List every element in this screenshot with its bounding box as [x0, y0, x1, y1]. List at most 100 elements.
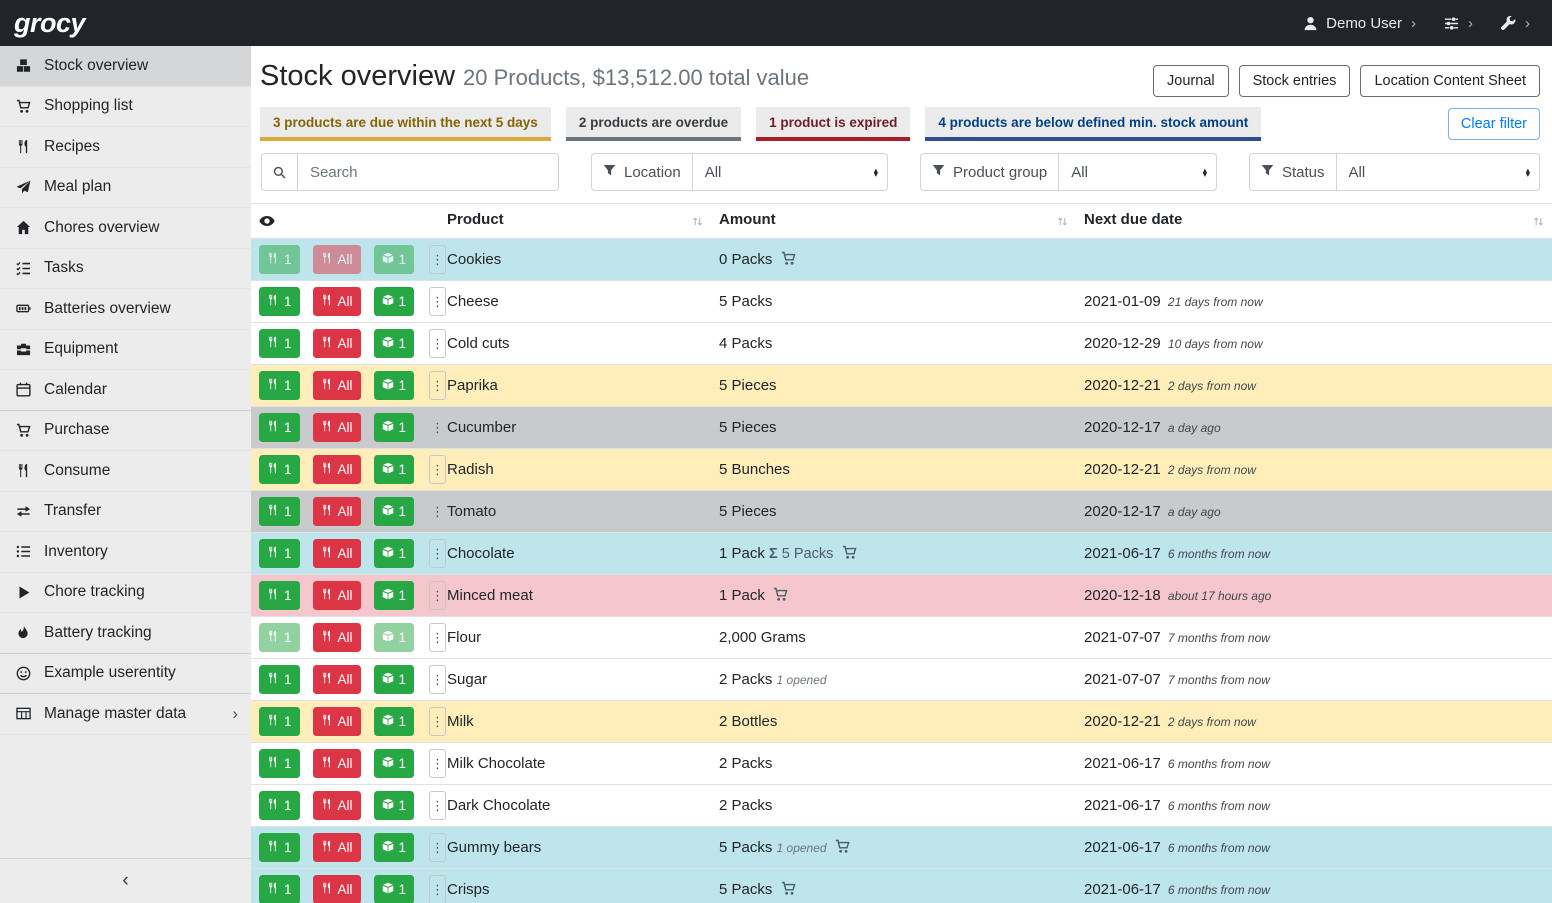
- row-menu-button[interactable]: ⋮: [429, 245, 446, 274]
- consume-one-button[interactable]: 1: [259, 791, 300, 820]
- user-menu[interactable]: Demo User ›: [1303, 15, 1416, 32]
- app-logo[interactable]: grocy: [14, 8, 85, 39]
- product-name[interactable]: Minced meat: [439, 575, 711, 617]
- consume-all-button[interactable]: All: [313, 329, 361, 358]
- column-header-amount[interactable]: Amount: [719, 211, 776, 228]
- sort-icon[interactable]: [1057, 214, 1068, 231]
- status-select[interactable]: All▴▾: [1337, 154, 1539, 190]
- consume-all-button[interactable]: All: [313, 707, 361, 736]
- shopping-cart-icon[interactable]: [838, 545, 857, 562]
- product-name[interactable]: Milk Chocolate: [439, 743, 711, 785]
- admin-tools-menu[interactable]: ›: [1501, 15, 1530, 32]
- row-menu-button[interactable]: ⋮: [429, 371, 446, 400]
- product-name[interactable]: Dark Chocolate: [439, 785, 711, 827]
- eye-icon[interactable]: [259, 213, 275, 230]
- consume-one-button[interactable]: 1: [259, 455, 300, 484]
- open-one-button[interactable]: 1: [374, 329, 415, 358]
- row-menu-button[interactable]: ⋮: [429, 875, 446, 903]
- consume-one-button[interactable]: 1: [259, 581, 300, 610]
- open-one-button[interactable]: 1: [374, 749, 415, 778]
- product-group-select[interactable]: All▴▾: [1059, 154, 1216, 190]
- sidebar-item-example-userentity[interactable]: Example userentity: [0, 654, 251, 695]
- sidebar-item-stock-overview[interactable]: Stock overview: [0, 46, 251, 87]
- consume-one-button[interactable]: 1: [259, 287, 300, 316]
- consume-all-button[interactable]: All: [313, 287, 361, 316]
- consume-one-button[interactable]: 1: [259, 665, 300, 694]
- sidebar-item-recipes[interactable]: Recipes: [0, 127, 251, 168]
- row-menu-button[interactable]: ⋮: [429, 497, 446, 526]
- open-one-button[interactable]: 1: [374, 287, 415, 316]
- consume-one-button[interactable]: 1: [259, 497, 300, 526]
- consume-one-button[interactable]: 1: [259, 371, 300, 400]
- open-one-button[interactable]: 1: [374, 665, 415, 694]
- shopping-cart-icon[interactable]: [777, 251, 796, 268]
- product-name[interactable]: Cucumber: [439, 407, 711, 449]
- sidebar-item-tasks[interactable]: Tasks: [0, 249, 251, 290]
- open-one-button[interactable]: 1: [374, 371, 415, 400]
- row-menu-button[interactable]: ⋮: [429, 581, 446, 610]
- column-header-product[interactable]: Product: [447, 211, 504, 228]
- consume-one-button[interactable]: 1: [259, 413, 300, 442]
- open-one-button[interactable]: 1: [374, 497, 415, 526]
- status-badge-1-product-is-expired[interactable]: 1 product is expired: [756, 107, 910, 141]
- product-name[interactable]: Gummy bears: [439, 827, 711, 869]
- consume-one-button[interactable]: 1: [259, 329, 300, 358]
- product-name[interactable]: Cheese: [439, 281, 711, 323]
- row-menu-button[interactable]: ⋮: [429, 539, 446, 568]
- row-menu-button[interactable]: ⋮: [429, 455, 446, 484]
- row-menu-button[interactable]: ⋮: [429, 791, 446, 820]
- consume-one-button[interactable]: 1: [259, 707, 300, 736]
- product-name[interactable]: Paprika: [439, 365, 711, 407]
- row-menu-button[interactable]: ⋮: [429, 287, 446, 316]
- open-one-button[interactable]: 1: [374, 875, 415, 903]
- product-name[interactable]: Tomato: [439, 491, 711, 533]
- product-name[interactable]: Sugar: [439, 659, 711, 701]
- open-one-button[interactable]: 1: [374, 581, 415, 610]
- sidebar-item-consume[interactable]: Consume: [0, 451, 251, 492]
- product-name[interactable]: Crisps: [439, 869, 711, 903]
- sidebar-item-battery-tracking[interactable]: Battery tracking: [0, 613, 251, 654]
- shopping-cart-icon[interactable]: [831, 839, 850, 856]
- sidebar-collapse-button[interactable]: ‹: [0, 858, 251, 903]
- stock-entries-button[interactable]: Stock entries: [1239, 65, 1351, 97]
- sidebar-item-batteries-overview[interactable]: Batteries overview: [0, 289, 251, 330]
- sidebar-item-purchase[interactable]: Purchase: [0, 411, 251, 452]
- open-one-button[interactable]: 1: [374, 455, 415, 484]
- clear-filter-button[interactable]: Clear filter: [1448, 108, 1540, 140]
- consume-all-button[interactable]: All: [313, 791, 361, 820]
- open-one-button[interactable]: 1: [374, 413, 415, 442]
- sidebar-item-manage-master-data[interactable]: Manage master data›: [0, 694, 251, 735]
- row-menu-button[interactable]: ⋮: [429, 833, 446, 862]
- column-header-next-due-date[interactable]: Next due date: [1084, 211, 1182, 228]
- row-menu-button[interactable]: ⋮: [429, 665, 446, 694]
- consume-all-button[interactable]: All: [313, 539, 361, 568]
- consume-one-button[interactable]: 1: [259, 539, 300, 568]
- product-name[interactable]: Radish: [439, 449, 711, 491]
- status-badge-2-products-are-overdue[interactable]: 2 products are overdue: [566, 107, 741, 141]
- consume-all-button[interactable]: All: [313, 455, 361, 484]
- status-badge-4-products-are-below-def[interactable]: 4 products are below defined min. stock …: [925, 107, 1261, 141]
- shopping-cart-icon[interactable]: [777, 881, 796, 898]
- open-one-button[interactable]: 1: [374, 833, 415, 862]
- product-name[interactable]: Flour: [439, 617, 711, 659]
- sidebar-item-equipment[interactable]: Equipment: [0, 330, 251, 371]
- row-menu-button[interactable]: ⋮: [429, 623, 446, 652]
- open-one-button[interactable]: 1: [374, 791, 415, 820]
- consume-all-button[interactable]: All: [313, 371, 361, 400]
- search-input[interactable]: [298, 154, 558, 190]
- open-one-button[interactable]: 1: [374, 245, 415, 274]
- open-one-button[interactable]: 1: [374, 539, 415, 568]
- consume-all-button[interactable]: All: [313, 497, 361, 526]
- consume-one-button[interactable]: 1: [259, 749, 300, 778]
- consume-all-button[interactable]: All: [313, 413, 361, 442]
- product-name[interactable]: Chocolate: [439, 533, 711, 575]
- location-select[interactable]: All▴▾: [693, 154, 887, 190]
- consume-one-button[interactable]: 1: [259, 245, 300, 274]
- product-name[interactable]: Cookies: [439, 239, 711, 281]
- sidebar-item-shopping-list[interactable]: Shopping list: [0, 87, 251, 128]
- location-content-sheet-button[interactable]: Location Content Sheet: [1360, 65, 1540, 97]
- sort-icon[interactable]: [692, 214, 703, 231]
- product-name[interactable]: Milk: [439, 701, 711, 743]
- consume-all-button[interactable]: All: [313, 581, 361, 610]
- open-one-button[interactable]: 1: [374, 623, 415, 652]
